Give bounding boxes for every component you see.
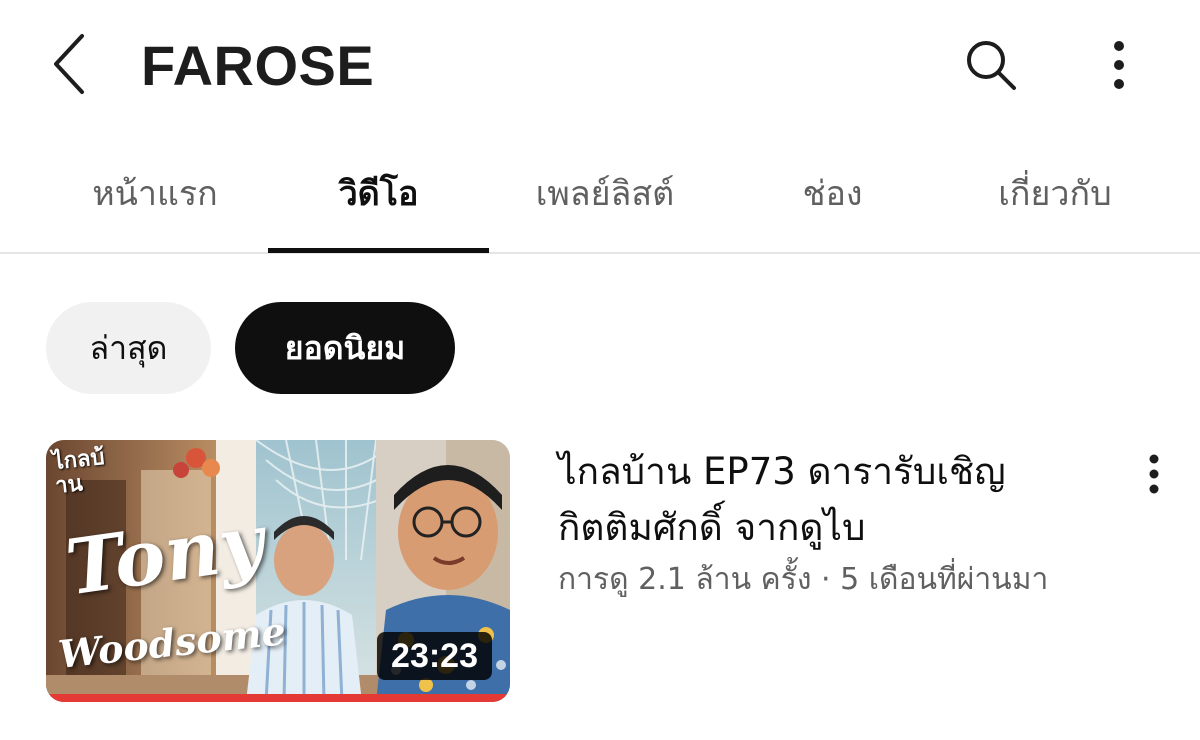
tab-videos[interactable]: วิดีโอ <box>268 134 489 252</box>
tab-home[interactable]: หน้าแรก <box>70 134 240 252</box>
tab-channels[interactable]: ช่อง <box>775 134 890 252</box>
filter-chip-popular[interactable]: ยอดนิยม <box>235 302 455 394</box>
channel-tabs: หน้าแรก วิดีโอ เพลย์ลิสต์ ช่อง เกี่ยวกับ <box>0 134 1200 254</box>
back-button[interactable] <box>40 28 100 100</box>
video-metadata: การดู 2.1 ล้าน ครั้ง · 5 เดือนที่ผ่านมา <box>558 562 1049 597</box>
thumbnail-badge-text: ไกลบ้าน <box>51 444 106 500</box>
video-thumbnail[interactable]: ไกลบ้าน Tony Woodsome 23:23 <box>46 440 510 702</box>
tab-playlists[interactable]: เพลย์ลิสต์ <box>505 134 705 252</box>
tab-about[interactable]: เกี่ยวกับ <box>965 134 1145 252</box>
search-icon <box>967 41 1016 90</box>
search-button[interactable] <box>958 32 1024 98</box>
filter-chip-latest[interactable]: ล่าสุด <box>46 302 211 394</box>
watch-progress-bar <box>46 694 510 702</box>
video-title[interactable]: ไกลบ้าน EP73 ดารารับเชิญ กิตติมศักดิ์ จา… <box>558 444 1128 556</box>
more-vert-icon <box>1149 454 1159 494</box>
video-more-button[interactable] <box>1134 446 1174 502</box>
video-duration: 23:23 <box>377 632 492 680</box>
channel-header: FAROSE <box>0 0 1200 134</box>
video-list-item[interactable]: ไกลบ้าน Tony Woodsome 23:23 ไกลบ้าน EP73… <box>46 440 1176 702</box>
more-options-button[interactable] <box>1094 32 1144 98</box>
active-tab-indicator <box>268 248 489 253</box>
more-vert-icon <box>1114 41 1124 89</box>
channel-title: FAROSE <box>141 34 375 97</box>
chevron-left-icon <box>54 34 84 94</box>
